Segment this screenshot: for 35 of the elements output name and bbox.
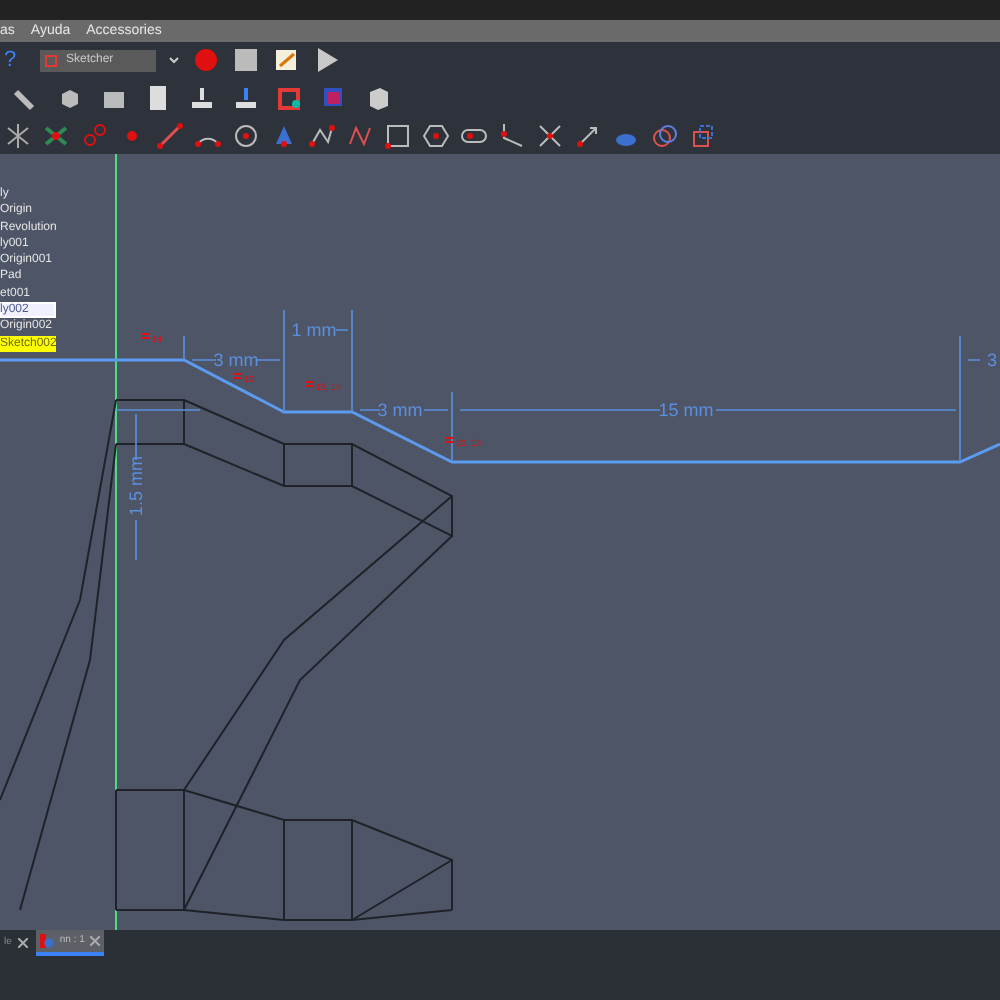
dimension-label: 1 mm — [291, 320, 337, 340]
line-icon[interactable] — [156, 121, 184, 150]
equal-icon — [305, 381, 315, 387]
play-icon[interactable] — [312, 46, 340, 75]
equal-icon — [445, 437, 455, 443]
dimension-label: 3 — [987, 350, 997, 370]
equal-icon — [141, 333, 151, 339]
document-icon — [39, 934, 54, 948]
trim-icon[interactable] — [536, 121, 564, 150]
stop-icon[interactable] — [232, 46, 260, 75]
dimension-label: 15 mm — [658, 400, 714, 420]
rectangle-icon[interactable] — [384, 121, 412, 150]
help-button[interactable]: ? — [4, 49, 24, 72]
dimension-label: 3 mm — [213, 350, 259, 370]
close-icon[interactable] — [90, 936, 101, 946]
equal-icon — [233, 373, 243, 379]
chain-icon[interactable] — [80, 121, 108, 150]
hexagon-icon[interactable] — [422, 121, 450, 150]
export-icon[interactable] — [188, 83, 216, 112]
cone-icon[interactable] — [270, 121, 298, 150]
sketcher-icon — [44, 52, 60, 69]
dimension-label: 3 mm — [377, 400, 423, 420]
fillet-icon[interactable] — [498, 121, 526, 150]
notepad-icon[interactable] — [272, 46, 300, 75]
zigzag-icon[interactable] — [346, 121, 374, 150]
sketch-icon[interactable] — [276, 83, 304, 112]
extend-icon[interactable] — [574, 121, 602, 150]
circle-icon[interactable] — [232, 121, 260, 150]
carbon-copy-icon[interactable] — [650, 121, 678, 150]
close-icon[interactable] — [17, 938, 28, 948]
caret-icon[interactable] — [168, 54, 180, 67]
dimension-label: 1.5 mm — [126, 456, 146, 516]
import-icon[interactable] — [232, 83, 260, 112]
polyline-icon[interactable] — [308, 121, 336, 150]
document-icon[interactable] — [144, 83, 172, 112]
